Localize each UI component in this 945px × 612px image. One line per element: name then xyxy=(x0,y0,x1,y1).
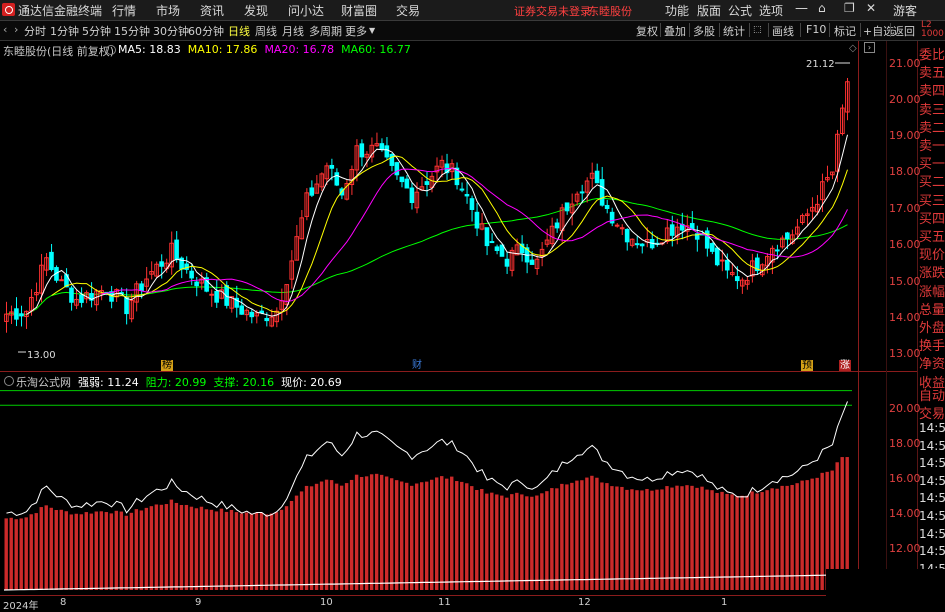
time-label-oct: 10 xyxy=(320,597,333,608)
watermark-area xyxy=(826,569,945,609)
side-time-5: 14:56 xyxy=(919,509,945,523)
high-price-label: 21.12 xyxy=(806,59,835,70)
price-tick-14: 14.00 xyxy=(889,311,921,324)
side-time-4: 14:56 xyxy=(919,491,945,506)
price-tick-13: 13.00 xyxy=(889,347,921,360)
time-label-nov: 11 xyxy=(438,597,451,608)
price-tick-20: 20.00 xyxy=(889,93,921,106)
low-price-label: 13.00 xyxy=(27,350,56,361)
side-label-5: 卖一 xyxy=(919,139,945,154)
side-label-10: 买五 xyxy=(919,230,945,245)
side-label-17: 净资 xyxy=(919,357,945,373)
side-label-1: 卖五 xyxy=(919,66,945,82)
ind-tick-20: 20.00 xyxy=(889,402,921,415)
side-time-0: 14:56 xyxy=(919,421,945,435)
side-label-15: 外盘 xyxy=(919,321,945,336)
side-time-7: 14:56 xyxy=(919,544,945,559)
time-label-year: 2024年 xyxy=(3,601,39,612)
price-tick-15: 15.00 xyxy=(889,275,921,288)
price-tick-21: 21.00 xyxy=(889,57,921,70)
side-label-0: 委比 xyxy=(919,48,945,63)
time-label-jan: 1 xyxy=(721,597,728,608)
side-label-3: 卖三 xyxy=(919,102,945,118)
side-label-9: 买四 xyxy=(919,211,945,227)
side-label-8: 买三 xyxy=(919,193,945,209)
side-label-4: 卖二 xyxy=(919,120,945,136)
side-time-3: 14:56 xyxy=(919,473,945,488)
side-label-7: 买二 xyxy=(919,175,945,191)
kline-chart[interactable] xyxy=(0,0,945,609)
side-label-11: 现价 xyxy=(919,248,945,264)
ind-tick-18: 18.00 xyxy=(889,437,921,450)
marker-forecast[interactable]: 预 xyxy=(801,360,813,371)
side-label-16: 换手 xyxy=(919,339,945,355)
side-label-13: 涨幅 xyxy=(919,284,945,300)
time-label-sep: 9 xyxy=(195,597,202,608)
time-label-dec: 12 xyxy=(578,597,591,608)
side-label-2: 卖四 xyxy=(919,84,945,100)
price-tick-18: 18.00 xyxy=(889,165,921,178)
side-time-1: 14:56 xyxy=(919,438,945,453)
side-time-2: 14:56 xyxy=(919,456,945,471)
ind-tick-16: 16.00 xyxy=(889,472,921,485)
price-tick-16: 16.00 xyxy=(889,238,921,251)
side-lower-label-0[interactable]: 自动 xyxy=(919,385,945,404)
ind-tick-14: 14.00 xyxy=(889,507,921,520)
side-label-12: 涨跌 xyxy=(919,266,945,282)
side-lower-label-1[interactable]: 交易 xyxy=(919,403,945,422)
side-label-6: 买一 xyxy=(919,157,945,173)
side-time-6: 14:56 xyxy=(919,526,945,541)
price-tick-17: 17.00 xyxy=(889,202,921,215)
ind-tick-12: 12.00 xyxy=(889,542,921,555)
marker-limit-up[interactable]: 涨 xyxy=(839,360,851,371)
time-label-aug: 8 xyxy=(60,597,67,608)
side-label-14: 总量 xyxy=(919,302,945,318)
price-tick-19: 19.00 xyxy=(889,129,921,142)
marker-finance[interactable]: 财 xyxy=(412,360,422,371)
marker-rank[interactable]: 榜 xyxy=(161,360,173,371)
